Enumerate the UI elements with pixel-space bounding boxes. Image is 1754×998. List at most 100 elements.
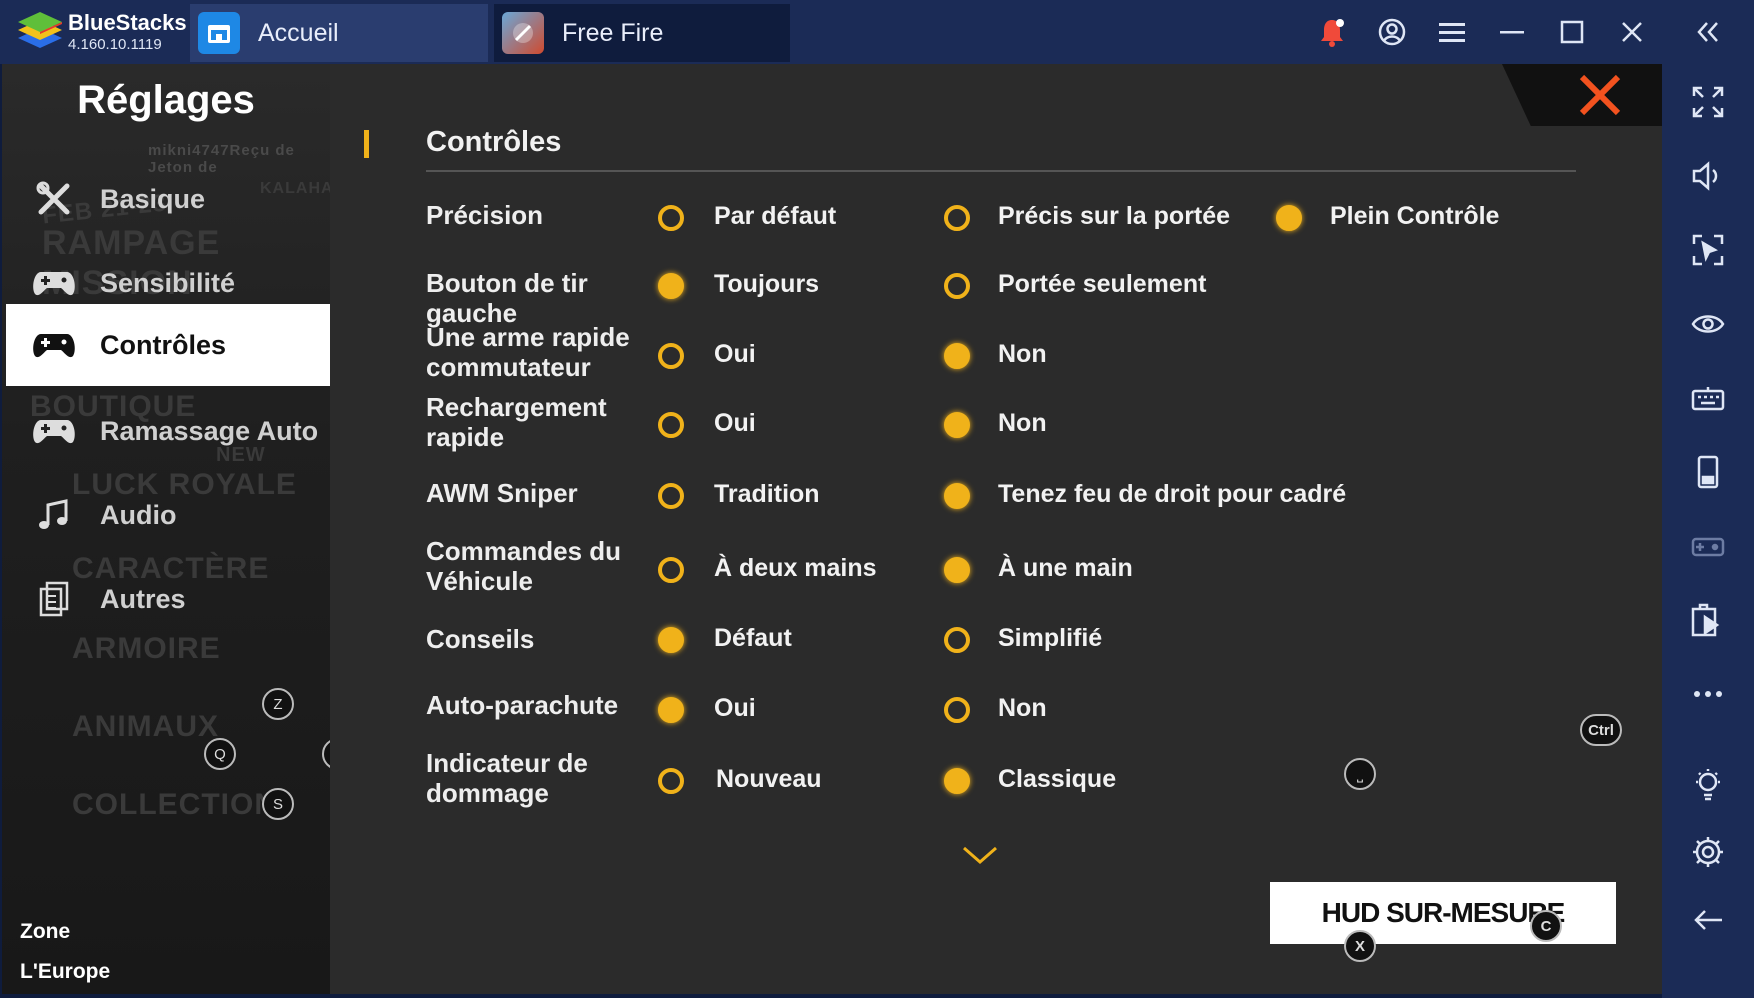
row-label: Rechargement rapide bbox=[426, 392, 607, 452]
row-label: Précision bbox=[426, 200, 544, 230]
sidebar-item-ramassage-auto[interactable]: Ramassage Auto bbox=[6, 390, 330, 472]
radio-rechargement-non[interactable] bbox=[944, 412, 970, 438]
free-fire-icon bbox=[502, 12, 544, 54]
option-label[interactable]: Non bbox=[998, 694, 1047, 723]
close-icon bbox=[1579, 74, 1621, 116]
row-label: Auto-parachute bbox=[426, 690, 619, 720]
option-label[interactable]: Plein Contrôle bbox=[1330, 202, 1499, 231]
key-hint-ctrl: Ctrl bbox=[1580, 714, 1622, 746]
key-hint-x: X bbox=[1344, 930, 1376, 962]
sidebar-item-audio[interactable]: Audio bbox=[6, 474, 330, 556]
controls-panel: Contrôles Précision Par défaut Précis su… bbox=[330, 64, 1662, 994]
app-name: BlueStacks bbox=[68, 10, 187, 35]
radio-indicateur-nouveau[interactable] bbox=[658, 768, 684, 794]
title-bar: BlueStacks 4.160.10.1119 Accueil Free Fi… bbox=[0, 0, 1754, 64]
option-label[interactable]: Oui bbox=[714, 409, 756, 438]
option-label[interactable]: Oui bbox=[714, 694, 756, 723]
phone-icon[interactable] bbox=[1688, 452, 1728, 492]
radio-vehicule-deux-mains[interactable] bbox=[658, 557, 684, 583]
radio-vehicule-une-main[interactable] bbox=[944, 557, 970, 583]
menu-icon[interactable] bbox=[1432, 12, 1472, 52]
radio-conseils-simplifie[interactable] bbox=[944, 627, 970, 653]
bg-text: COLLECTION bbox=[72, 788, 277, 821]
row-label: Une arme rapide commutateur bbox=[426, 322, 630, 382]
radio-conseils-defaut[interactable] bbox=[658, 627, 684, 653]
radio-indicateur-classique[interactable] bbox=[944, 768, 970, 794]
bg-text: ANIMAUX bbox=[72, 710, 219, 743]
tools-icon bbox=[30, 179, 78, 219]
sidebar-item-label: Sensibilité bbox=[100, 267, 236, 298]
window-close-icon[interactable] bbox=[1612, 12, 1652, 52]
maximize-icon[interactable] bbox=[1552, 12, 1592, 52]
back-arrow-icon[interactable] bbox=[1688, 900, 1728, 940]
media-manager-icon[interactable] bbox=[1688, 600, 1728, 640]
fullscreen-icon[interactable] bbox=[1688, 82, 1728, 122]
row-label: Commandes du Véhicule bbox=[426, 536, 622, 596]
option-label[interactable]: Tradition bbox=[714, 480, 820, 509]
radio-parachute-non[interactable] bbox=[944, 697, 970, 723]
option-label[interactable]: Non bbox=[998, 409, 1047, 438]
option-label[interactable]: Oui bbox=[714, 340, 756, 369]
option-label[interactable]: Portée seulement bbox=[998, 270, 1206, 299]
zone-label: Zone bbox=[20, 920, 71, 943]
scroll-down-chevron-icon[interactable] bbox=[960, 844, 1000, 868]
key-hint-q: Q bbox=[204, 738, 236, 770]
minimize-icon[interactable] bbox=[1492, 12, 1532, 52]
keyboard-icon[interactable] bbox=[1688, 378, 1728, 418]
game-viewport: mikni4747Reçu de Jeton de FEB 21-23 KALA… bbox=[2, 64, 1662, 994]
account-icon[interactable] bbox=[1372, 12, 1412, 52]
key-hint-z: Z bbox=[262, 688, 294, 720]
row-label: Bouton de tir gauche bbox=[426, 268, 588, 328]
radio-arme-rapide-oui[interactable] bbox=[658, 343, 684, 369]
radio-precision-par-defaut[interactable] bbox=[658, 205, 684, 231]
sidebar-item-label: Autres bbox=[100, 583, 186, 614]
divider bbox=[426, 170, 1576, 172]
eye-icon[interactable] bbox=[1688, 304, 1728, 344]
tab-accueil[interactable]: Accueil bbox=[190, 4, 488, 62]
radio-awm-tradition[interactable] bbox=[658, 483, 684, 509]
radio-parachute-oui[interactable] bbox=[658, 697, 684, 723]
gamepad-icon[interactable] bbox=[1688, 526, 1728, 566]
hud-sur-mesure-button[interactable]: HUD SUR-MESURE bbox=[1270, 882, 1616, 944]
bluestacks-logo bbox=[18, 12, 62, 48]
collapse-rail-icon[interactable] bbox=[1688, 12, 1728, 52]
option-label[interactable]: Précis sur la portée bbox=[998, 202, 1230, 231]
gamepad-icon bbox=[30, 263, 78, 303]
more-icon[interactable] bbox=[1688, 674, 1728, 714]
settings-title: Réglages bbox=[77, 78, 255, 122]
row-label: Conseils bbox=[426, 624, 535, 654]
volume-icon[interactable] bbox=[1688, 156, 1728, 196]
option-label[interactable]: Tenez feu de droit pour cadré bbox=[998, 480, 1346, 509]
light-bulb-icon[interactable] bbox=[1688, 764, 1728, 804]
notification-bell-icon[interactable] bbox=[1312, 12, 1352, 52]
radio-tir-gauche-toujours[interactable] bbox=[658, 273, 684, 299]
option-label[interactable]: Défaut bbox=[714, 624, 792, 653]
radio-precision-precis[interactable] bbox=[944, 205, 970, 231]
option-label[interactable]: Classique bbox=[998, 765, 1116, 794]
option-label[interactable]: Non bbox=[998, 340, 1047, 369]
option-label[interactable]: Simplifié bbox=[998, 624, 1102, 653]
gamepad-icon bbox=[30, 411, 78, 451]
home-icon bbox=[198, 12, 240, 54]
radio-awm-tenez-feu[interactable] bbox=[944, 483, 970, 509]
option-label[interactable]: Nouveau bbox=[716, 765, 822, 794]
app-version: 4.160.10.1119 bbox=[68, 36, 162, 53]
screenshot-icon[interactable] bbox=[1688, 230, 1728, 270]
option-label[interactable]: Par défaut bbox=[714, 202, 836, 231]
tab-label: Accueil bbox=[258, 18, 339, 47]
settings-sidebar: mikni4747Reçu de Jeton de FEB 21-23 KALA… bbox=[2, 64, 354, 994]
sidebar-item-autres[interactable]: Autres bbox=[6, 558, 330, 640]
radio-precision-plein-controle[interactable] bbox=[1276, 205, 1302, 231]
document-icon bbox=[30, 579, 78, 619]
sidebar-item-basique[interactable]: Basique bbox=[6, 158, 330, 240]
radio-arme-rapide-non[interactable] bbox=[944, 343, 970, 369]
radio-tir-gauche-portee[interactable] bbox=[944, 273, 970, 299]
sidebar-item-controles[interactable]: Contrôles bbox=[6, 304, 330, 386]
radio-rechargement-oui[interactable] bbox=[658, 412, 684, 438]
option-label[interactable]: À une main bbox=[998, 554, 1133, 583]
close-settings-button[interactable] bbox=[1502, 64, 1662, 126]
option-label[interactable]: Toujours bbox=[714, 270, 819, 299]
tab-free-fire[interactable]: Free Fire bbox=[494, 4, 790, 62]
option-label[interactable]: À deux mains bbox=[714, 554, 877, 583]
gear-icon[interactable] bbox=[1688, 832, 1728, 872]
